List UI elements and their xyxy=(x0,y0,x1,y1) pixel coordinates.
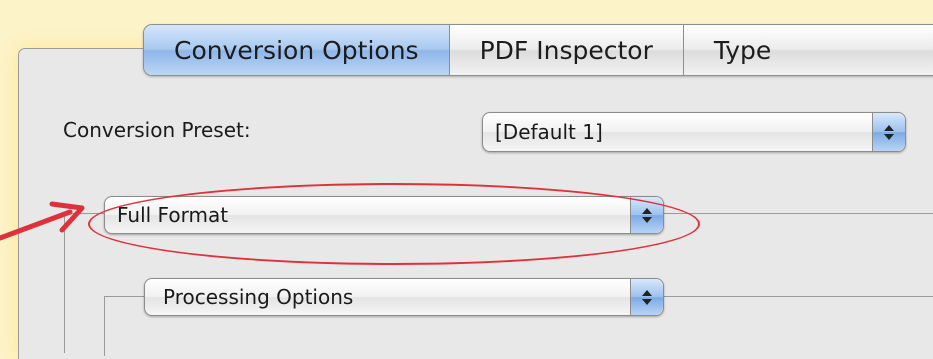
tab-conversion-options[interactable]: Conversion Options xyxy=(144,25,450,75)
format-select[interactable]: Full Format xyxy=(104,196,664,234)
group-box-border xyxy=(64,213,65,353)
conversion-preset-label: Conversion Preset: xyxy=(63,118,251,142)
group-box-border xyxy=(104,296,146,297)
tab-bar: Conversion Options PDF Inspector Type xyxy=(143,24,933,76)
group-box-border xyxy=(64,213,106,214)
up-down-chevron-icon xyxy=(630,197,663,233)
up-down-chevron-icon xyxy=(630,279,663,315)
group-box-border xyxy=(104,296,105,356)
processing-options-select[interactable]: Processing Options xyxy=(144,278,664,316)
tab-pdf-inspector[interactable]: PDF Inspector xyxy=(450,25,684,75)
conversion-preset-value: [Default 1] xyxy=(495,120,603,144)
processing-options-value: Processing Options xyxy=(163,285,354,309)
group-box-border xyxy=(664,296,933,297)
up-down-chevron-icon xyxy=(872,113,905,151)
format-value: Full Format xyxy=(117,203,229,227)
conversion-preset-select[interactable]: [Default 1] xyxy=(482,112,906,152)
group-box-border xyxy=(664,213,933,214)
tab-type[interactable]: Type xyxy=(684,25,771,75)
